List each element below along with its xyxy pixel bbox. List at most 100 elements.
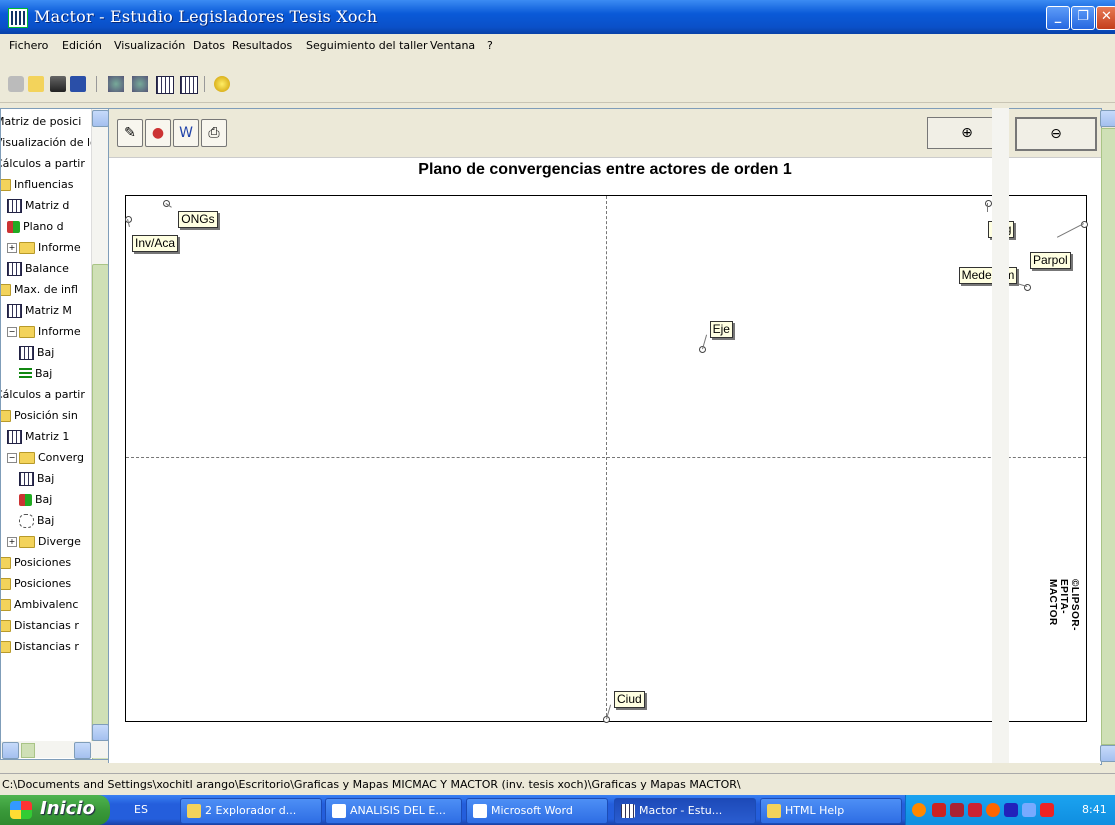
point-label[interactable]: Inv/Aca bbox=[132, 234, 179, 252]
menu-edicion[interactable]: Edición bbox=[62, 39, 102, 52]
tree-item[interactable]: Baj bbox=[19, 470, 54, 488]
tray-monitor-icon[interactable] bbox=[1022, 803, 1036, 817]
task-word[interactable]: Microsoft Word bbox=[466, 798, 608, 824]
grid-icon bbox=[19, 346, 34, 360]
copy-icon[interactable]: ✎ bbox=[117, 119, 143, 147]
print-icon[interactable]: ⎙ bbox=[201, 119, 227, 147]
close-button[interactable]: ✕ bbox=[1096, 6, 1115, 30]
tree-item[interactable]: Visualización de los bbox=[1, 134, 102, 152]
open-icon[interactable] bbox=[28, 76, 44, 92]
tree-item[interactable]: Matriz M bbox=[7, 302, 72, 320]
expand-icon[interactable]: + bbox=[7, 537, 17, 547]
color-icon[interactable]: ● bbox=[145, 119, 171, 147]
point-label[interactable]: Parpol bbox=[1030, 252, 1071, 270]
tree-item-label: Matriz de posici bbox=[0, 115, 82, 128]
language-indicator[interactable]: ES bbox=[134, 803, 148, 816]
new-icon[interactable] bbox=[8, 76, 24, 92]
tree-item[interactable]: Cálculos a partir bbox=[1, 386, 85, 404]
help-icon bbox=[767, 804, 781, 818]
task-explorer[interactable]: 2 Explorador d... bbox=[180, 798, 322, 824]
tree-item[interactable]: − Converg bbox=[7, 449, 84, 467]
menu-resultados[interactable]: Resultados bbox=[232, 39, 292, 52]
tree-item[interactable]: Posición sin bbox=[1, 407, 78, 425]
save-icon[interactable] bbox=[70, 76, 86, 92]
menu-help[interactable]: ? bbox=[487, 39, 493, 52]
tree-item-label: Baj bbox=[37, 346, 55, 359]
menu-fichero[interactable]: Fichero bbox=[9, 39, 48, 52]
print-icon[interactable] bbox=[50, 76, 66, 92]
tree-item[interactable]: − Informe bbox=[7, 323, 81, 341]
tray-arrow-icon[interactable] bbox=[912, 803, 926, 817]
tree-scroll-up-button[interactable] bbox=[92, 110, 109, 127]
wizard-icon[interactable] bbox=[108, 76, 124, 92]
horizontal-axis-line bbox=[126, 457, 1086, 458]
clock[interactable]: 8:41 bbox=[1082, 803, 1107, 816]
wizard2-icon[interactable] bbox=[132, 76, 148, 92]
tree-item[interactable]: Distancias r bbox=[1, 617, 79, 635]
help-icon[interactable] bbox=[214, 76, 230, 92]
tray-antivirus-icon[interactable] bbox=[1040, 803, 1054, 817]
tree-item[interactable]: Baj bbox=[19, 491, 52, 509]
tree-item[interactable]: Distancias r bbox=[1, 638, 79, 656]
zoom-out-button[interactable]: ⊖ bbox=[1015, 117, 1097, 151]
status-bar: C:\Documents and Settings\xochitl arango… bbox=[0, 773, 1115, 796]
tree-item[interactable]: Matriz de posici bbox=[0, 113, 82, 131]
tree-item-label: Baj bbox=[35, 367, 53, 380]
tray-network-icon[interactable] bbox=[950, 803, 964, 817]
grid-icon bbox=[7, 199, 22, 213]
restore-button[interactable]: ❐ bbox=[1071, 6, 1095, 30]
tree-item[interactable]: + Diverge bbox=[7, 533, 81, 551]
tree-item[interactable]: Balance bbox=[7, 260, 69, 278]
tree-item[interactable]: Matriz d bbox=[7, 197, 69, 215]
expand-icon[interactable]: + bbox=[7, 243, 17, 253]
tree-scroll-thumb[interactable] bbox=[92, 264, 109, 759]
tree-scroll-down-button[interactable] bbox=[92, 724, 109, 741]
tree-hscroll-thumb[interactable] bbox=[21, 743, 35, 758]
tree-item[interactable]: Plano d bbox=[7, 218, 64, 236]
tree-item[interactable]: Cálculos a partir bbox=[1, 155, 85, 173]
graph-vertical-scrollbar[interactable] bbox=[992, 108, 1009, 763]
graph-scroll-up-button[interactable] bbox=[1100, 110, 1115, 127]
graph-horizontal-scrollbar[interactable] bbox=[108, 763, 1100, 771]
tree-scroll-right-button[interactable] bbox=[74, 742, 91, 759]
tree-item[interactable]: Posiciones bbox=[1, 575, 71, 593]
point-label[interactable]: Eje bbox=[709, 321, 733, 339]
convergence-plot: ONGsInv/AcaLegParpolMedecomEjeCiud bbox=[125, 195, 1088, 723]
tree-item[interactable]: Posiciones bbox=[1, 554, 71, 572]
tray-app-icon[interactable] bbox=[932, 803, 946, 817]
graph-scroll-down-button[interactable] bbox=[1100, 745, 1115, 762]
menu-visualizacion[interactable]: Visualización bbox=[114, 39, 185, 52]
tree-scroll-left-button[interactable] bbox=[2, 742, 19, 759]
tree-item-label: Balance bbox=[25, 262, 69, 275]
table2-icon[interactable] bbox=[180, 76, 198, 94]
tray-network2-icon[interactable] bbox=[968, 803, 982, 817]
point-label[interactable]: ONGs bbox=[178, 211, 218, 229]
net-icon bbox=[19, 514, 34, 528]
minimize-button[interactable]: _ bbox=[1046, 6, 1070, 30]
collapse-icon[interactable]: − bbox=[7, 453, 17, 463]
graph-scroll-thumb[interactable] bbox=[1101, 128, 1115, 745]
tree-item[interactable]: Max. de infl bbox=[1, 281, 78, 299]
point-label[interactable]: Ciud bbox=[614, 691, 645, 708]
tree-item[interactable]: Influencias bbox=[1, 176, 73, 194]
table-icon[interactable] bbox=[156, 76, 174, 94]
bluetooth-icon[interactable] bbox=[1004, 803, 1018, 817]
tree-item[interactable]: Baj bbox=[19, 512, 54, 530]
tree-item[interactable]: + Informe bbox=[7, 239, 81, 257]
tree-item[interactable]: Baj bbox=[19, 344, 54, 362]
task-mactor[interactable]: Mactor - Estu... bbox=[614, 798, 756, 824]
task-analisis[interactable]: ANALISIS DEL E... bbox=[325, 798, 462, 824]
menu-datos[interactable]: Datos bbox=[193, 39, 225, 52]
collapse-icon[interactable]: − bbox=[7, 327, 17, 337]
tree-item[interactable]: Ambivalenc bbox=[1, 596, 78, 614]
task-html-help[interactable]: HTML Help bbox=[760, 798, 902, 824]
tree-item[interactable]: Matriz 1 bbox=[7, 428, 69, 446]
menu-ventana[interactable]: Ventana bbox=[430, 39, 475, 52]
tray-update-icon[interactable] bbox=[986, 803, 1000, 817]
word-export-icon[interactable]: W bbox=[173, 119, 199, 147]
window-title: Mactor - Estudio Legisladores Tesis Xoch bbox=[34, 7, 377, 26]
start-button[interactable]: Inicio bbox=[0, 795, 110, 825]
menu-seguimiento[interactable]: Seguimiento del taller bbox=[306, 39, 428, 52]
tree-horizontal-scrollbar[interactable] bbox=[1, 741, 109, 759]
tree-item[interactable]: Baj bbox=[19, 365, 52, 383]
